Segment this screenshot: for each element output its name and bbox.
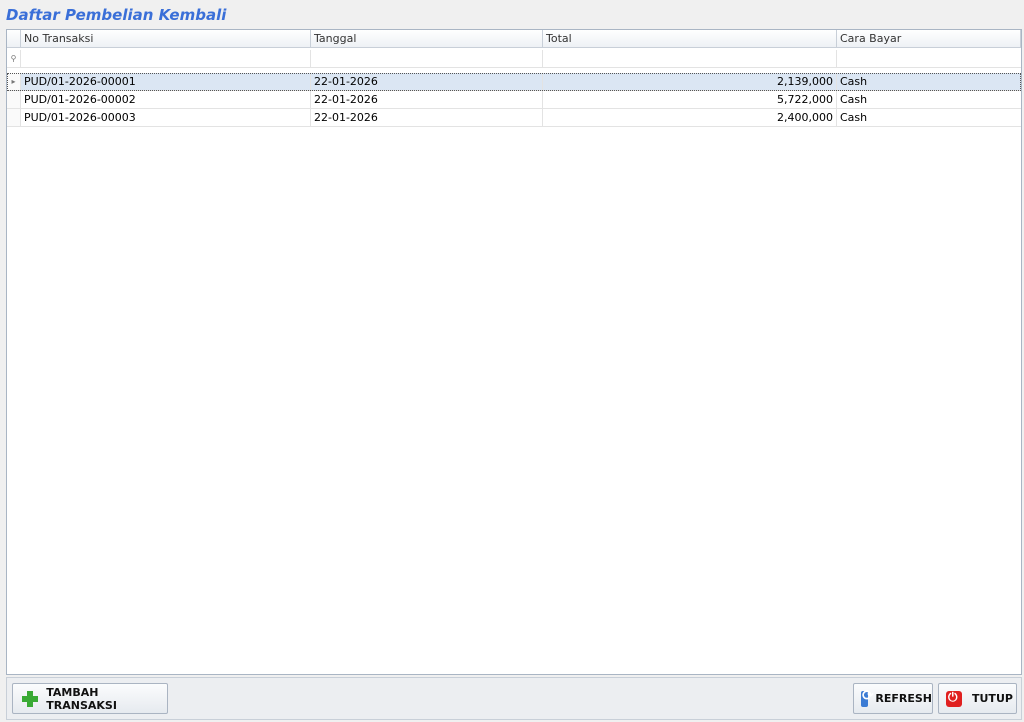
tutup-button[interactable]: TUTUP (938, 683, 1017, 714)
cell-no-transaksi[interactable]: PUD/01-2026-00002 (21, 91, 311, 109)
table-row[interactable]: PUD/01-2026-00003 22-01-2026 2,400,000 C… (7, 109, 1021, 127)
tambah-transaksi-label: TAMBAH TRANSAKSI (46, 685, 117, 712)
row-indicator-header (7, 30, 21, 48)
row-indicator-arrow-icon: ▸ (7, 73, 21, 91)
column-header-no-transaksi[interactable]: No Transaksi (21, 30, 311, 48)
power-icon (946, 690, 962, 707)
cell-total[interactable]: 5,722,000 (543, 91, 837, 109)
row-indicator (7, 91, 21, 109)
table-row[interactable]: PUD/01-2026-00002 22-01-2026 5,722,000 C… (7, 91, 1021, 109)
refresh-button[interactable]: REFRESH (853, 683, 933, 714)
refresh-icon (861, 688, 874, 707)
grid-header-row: No Transaksi Tanggal Total Cara Bayar (7, 30, 1021, 48)
row-indicator (7, 109, 21, 127)
column-header-tanggal[interactable]: Tanggal (311, 30, 543, 48)
cell-cara-bayar[interactable]: Cash (837, 91, 1021, 109)
button-bar: TAMBAH TRANSAKSI REFRESH TUTUP (6, 677, 1022, 720)
filter-icon: ⚲ (7, 50, 21, 68)
cell-no-transaksi[interactable]: PUD/01-2026-00003 (21, 109, 311, 127)
cell-cara-bayar[interactable]: Cash (837, 73, 1021, 91)
filter-cell-total[interactable] (543, 50, 837, 68)
cell-tanggal[interactable]: 22-01-2026 (311, 91, 543, 109)
cell-total[interactable]: 2,400,000 (543, 109, 837, 127)
cell-no-transaksi[interactable]: PUD/01-2026-00001 (21, 73, 311, 91)
refresh-label: REFRESH (875, 692, 932, 705)
grid-filter-row: ⚲ (7, 50, 1021, 68)
tambah-transaksi-button[interactable]: TAMBAH TRANSAKSI (12, 683, 168, 714)
cell-total[interactable]: 2,139,000 (543, 73, 837, 91)
filter-cell-no-transaksi[interactable] (21, 50, 311, 68)
transactions-grid[interactable]: No Transaksi Tanggal Total Cara Bayar ⚲ … (6, 29, 1022, 675)
column-header-cara-bayar[interactable]: Cara Bayar (837, 30, 1021, 48)
filter-cell-tanggal[interactable] (311, 50, 543, 68)
cell-tanggal[interactable]: 22-01-2026 (311, 73, 543, 91)
filter-cell-cara-bayar[interactable] (837, 50, 1021, 68)
cell-tanggal[interactable]: 22-01-2026 (311, 109, 543, 127)
column-header-total[interactable]: Total (543, 30, 837, 48)
plus-icon (22, 690, 39, 707)
cell-cara-bayar[interactable]: Cash (837, 109, 1021, 127)
page-title: Daftar Pembelian Kembali (6, 6, 227, 24)
table-row[interactable]: ▸ PUD/01-2026-00001 22-01-2026 2,139,000… (7, 73, 1021, 91)
tutup-label: TUTUP (972, 692, 1013, 705)
